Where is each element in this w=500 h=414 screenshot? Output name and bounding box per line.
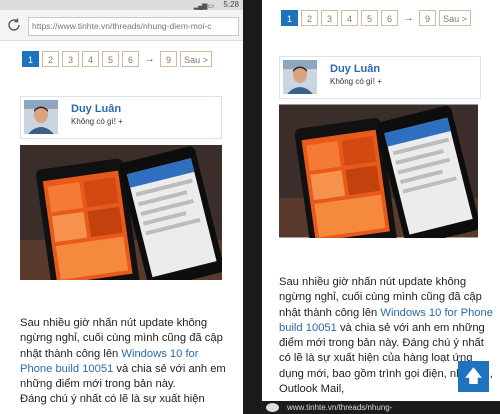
next-page-button[interactable]: Sau >: [439, 10, 471, 26]
status-time: 5:28: [223, 0, 239, 9]
author-name[interactable]: Duy Luân: [71, 103, 121, 115]
page-1-button[interactable]: 1: [22, 51, 39, 67]
address-bar: https://www.tinhte.vn/threads/nhung-diem…: [0, 10, 243, 41]
page-2-button[interactable]: 2: [42, 51, 59, 67]
author-card: Duy Luân Không có gì! +: [20, 96, 222, 139]
avatar[interactable]: [283, 60, 317, 94]
arrow-up-icon: 🡅: [464, 366, 483, 386]
scroll-to-top-button[interactable]: 🡅: [458, 361, 489, 392]
page-4-button[interactable]: 4: [82, 51, 99, 67]
article-body: Sau nhiều giờ nhấn nút update không ngừn…: [20, 316, 230, 408]
next-page-button[interactable]: Sau >: [180, 51, 212, 67]
post-image: [20, 145, 222, 280]
browser-bottom-bar: www.tinhte.vn/threads/nhung-: [262, 401, 500, 414]
bottom-url[interactable]: www.tinhte.vn/threads/nhung-: [283, 403, 392, 412]
page-5-button[interactable]: 5: [102, 51, 119, 67]
right-screen: 1 2 3 4 5 6 → 9 Sau > Duy Luân Không có …: [262, 0, 500, 414]
page-4-button[interactable]: 4: [341, 10, 358, 26]
page-5-button[interactable]: 5: [361, 10, 378, 26]
page-1-button[interactable]: 1: [281, 10, 298, 26]
avatar[interactable]: [24, 100, 58, 134]
page-3-button[interactable]: 3: [321, 10, 338, 26]
phones-photo: [279, 104, 478, 238]
phones-photo: [20, 145, 222, 280]
page-6-button[interactable]: 6: [381, 10, 398, 26]
pagination: 1 2 3 4 5 6 → 9 Sau >: [281, 10, 471, 26]
refresh-icon[interactable]: [5, 16, 23, 34]
post-image: [279, 104, 478, 238]
page-9-button[interactable]: 9: [419, 10, 436, 26]
status-bar: ▂▄▆ ▭ 5:28: [0, 0, 243, 10]
page-6-button[interactable]: 6: [122, 51, 139, 67]
page-3-button[interactable]: 3: [62, 51, 79, 67]
author-title: Không có gì! +: [71, 117, 123, 126]
signal-icon: ▂▄▆ ▭: [193, 3, 214, 10]
url-input[interactable]: https://www.tinhte.vn/threads/nhung-diem…: [28, 17, 239, 36]
pagination-arrow-icon: →: [403, 12, 414, 24]
tabs-icon[interactable]: [266, 403, 279, 413]
left-screen: ▂▄▆ ▭ 5:28 https://www.tinhte.vn/threads…: [0, 0, 243, 414]
article-text-next: Đáng chú ý nhất có lẽ là sự xuất hiện: [20, 393, 205, 406]
author-title: Không có gì! +: [330, 77, 382, 86]
pagination-arrow-icon: →: [144, 53, 155, 65]
author-name[interactable]: Duy Luân: [330, 63, 380, 75]
author-card: Duy Luân Không có gì! +: [279, 56, 481, 99]
page-9-button[interactable]: 9: [160, 51, 177, 67]
page-2-button[interactable]: 2: [301, 10, 318, 26]
pagination: 1 2 3 4 5 6 → 9 Sau >: [22, 51, 212, 67]
